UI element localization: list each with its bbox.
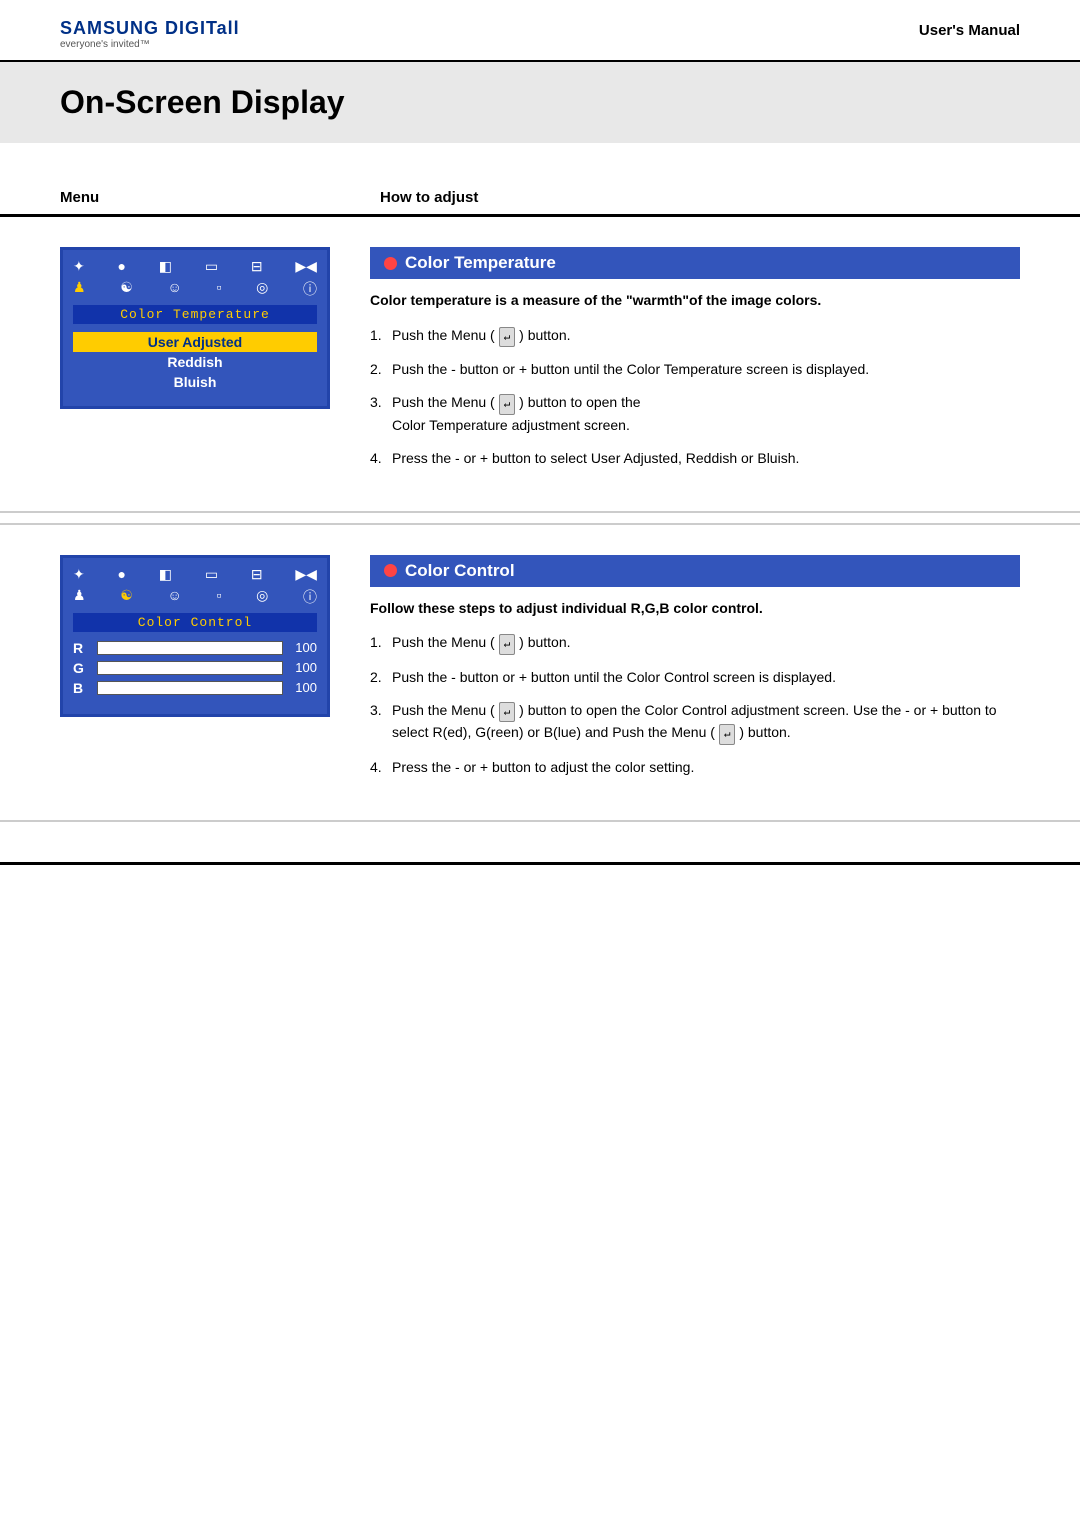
heading-dot-2: [384, 564, 397, 577]
osd-icon-info: ⓘ: [303, 279, 317, 299]
menu-btn-icon: ↵: [499, 327, 516, 348]
osd-cc-icon-screen: ▭: [205, 566, 218, 583]
osd-title-color-temp: Color Temperature: [73, 305, 317, 324]
osd-item-reddish: Reddish: [73, 352, 317, 372]
osd-icon-square: ▫: [216, 279, 221, 299]
color-control-subtitle: Follow these steps to adjust individual …: [370, 599, 1020, 619]
step-2: 2. Push the - button or + button until t…: [370, 359, 1020, 380]
osd-icon-arrow: ▶◀: [295, 258, 317, 275]
osd-b-value: 100: [289, 680, 317, 695]
color-control-steps: 1. Push the Menu ( ↵ ) button. 2. Push t…: [370, 632, 1020, 778]
osd-cc-icon-osd: ⊟: [251, 566, 263, 583]
column-headers: Menu How to adjust: [0, 171, 1080, 217]
menu-btn-icon-2: ↵: [499, 394, 516, 415]
osd-item-user-adjusted: User Adjusted: [73, 332, 317, 352]
osd-r-bar: [97, 641, 283, 655]
osd-cc-icon-clock: ◎: [256, 587, 268, 607]
osd-icon-contrast: ●: [118, 258, 126, 275]
menu-btn-icon-cc1: ↵: [499, 634, 516, 655]
cc-step-1: 1. Push the Menu ( ↵ ) button.: [370, 632, 1020, 655]
color-temp-instructions: Color Temperature Color temperature is a…: [370, 247, 1020, 481]
osd-color-temp-screen: ✦ ● ◧ ▭ ⊟ ▶◀ ♟ ☯ ☺ ▫ ◎ ⓘ Color Temperatu…: [60, 247, 330, 409]
logo-area: SAMSUNG DIGITall everyone's invited™: [60, 18, 240, 50]
osd-b-label: B: [73, 680, 91, 696]
osd-cc-icon-square: ▫: [216, 587, 221, 607]
cc-step-3: 3. Push the Menu ( ↵ ) button to open th…: [370, 700, 1020, 745]
osd-cc-icon-smiley: ☺: [167, 587, 181, 607]
step-3: 3. Push the Menu ( ↵ ) button to open th…: [370, 392, 1020, 436]
color-temperature-section: ✦ ● ◧ ▭ ⊟ ▶◀ ♟ ☯ ☺ ▫ ◎ ⓘ Color Temperatu…: [0, 217, 1080, 513]
osd-cc-icon-arrow: ▶◀: [295, 566, 317, 583]
page-title: On-Screen Display: [60, 84, 345, 120]
bottom-bar: [0, 862, 1080, 865]
header: SAMSUNG DIGITall everyone's invited™ Use…: [0, 0, 1080, 62]
page-title-bar: On-Screen Display: [0, 62, 1080, 143]
osd-icons-row2: ♟ ☯ ☺ ▫ ◎ ⓘ: [73, 279, 317, 299]
step-4: 4. Press the - or + button to select Use…: [370, 448, 1020, 469]
heading-dot: [384, 257, 397, 270]
osd-item-bluish: Bluish: [73, 372, 317, 392]
step-1: 1. Push the Menu ( ↵ ) button.: [370, 325, 1020, 348]
osd-g-bar: [97, 661, 283, 675]
osd-cc-icon-image: ◧: [159, 566, 172, 583]
osd-cc-icons-row2: ♟ ☯ ☺ ▫ ◎ ⓘ: [73, 587, 317, 607]
osd-cc-icons-row1: ✦ ● ◧ ▭ ⊟ ▶◀: [73, 566, 317, 583]
color-temp-heading: Color Temperature: [370, 247, 1020, 279]
menu-btn-icon-cc2: ↵: [499, 702, 516, 723]
osd-icon-brightness: ✦: [73, 258, 85, 275]
manual-title: User's Manual: [919, 18, 1020, 39]
samsung-logo: SAMSUNG DIGITall: [60, 18, 240, 39]
osd-cc-icon-contrast: ●: [118, 566, 126, 583]
osd-cc-icon-palette: ☯: [120, 587, 133, 607]
osd-icon-image: ◧: [159, 258, 172, 275]
osd-row-r: R 100: [73, 640, 317, 656]
osd-icons-row1: ✦ ● ◧ ▭ ⊟ ▶◀: [73, 258, 317, 275]
osd-r-value: 100: [289, 640, 317, 655]
menu-column-header: Menu: [60, 189, 380, 206]
osd-row-g: G 100: [73, 660, 317, 676]
osd-title-color-control: Color Control: [73, 613, 317, 632]
color-control-heading-text: Color Control: [405, 561, 515, 581]
color-temp-heading-text: Color Temperature: [405, 253, 556, 273]
osd-icon-clock: ◎: [256, 279, 268, 299]
color-temp-subtitle: Color temperature is a measure of the "w…: [370, 291, 1020, 311]
cc-step-2: 2. Push the - button or + button until t…: [370, 667, 1020, 688]
logo-tagline: everyone's invited™: [60, 39, 240, 50]
osd-g-label: G: [73, 660, 91, 676]
osd-icon-osd: ⊟: [251, 258, 263, 275]
osd-color-control-screen: ✦ ● ◧ ▭ ⊟ ▶◀ ♟ ☯ ☺ ▫ ◎ ⓘ Color Control R…: [60, 555, 330, 717]
menu-btn-icon-cc3: ↵: [719, 724, 736, 745]
osd-icon-person: ♟: [73, 279, 86, 299]
color-control-instructions: Color Control Follow these steps to adju…: [370, 555, 1020, 790]
osd-b-bar: [97, 681, 283, 695]
osd-icon-smiley: ☺: [167, 279, 181, 299]
osd-cc-icon-info: ⓘ: [303, 587, 317, 607]
osd-icon-palette: ☯: [120, 279, 133, 299]
osd-g-value: 100: [289, 660, 317, 675]
osd-cc-icon-person: ♟: [73, 587, 86, 607]
osd-icon-screen: ▭: [205, 258, 218, 275]
cc-step-4: 4. Press the - or + button to adjust the…: [370, 757, 1020, 778]
how-column-header: How to adjust: [380, 189, 478, 206]
color-control-heading: Color Control: [370, 555, 1020, 587]
osd-cc-icon-brightness: ✦: [73, 566, 85, 583]
color-control-section: ✦ ● ◧ ▭ ⊟ ▶◀ ♟ ☯ ☺ ▫ ◎ ⓘ Color Control R…: [0, 523, 1080, 822]
osd-row-b: B 100: [73, 680, 317, 696]
osd-r-label: R: [73, 640, 91, 656]
color-temp-steps: 1. Push the Menu ( ↵ ) button. 2. Push t…: [370, 325, 1020, 469]
